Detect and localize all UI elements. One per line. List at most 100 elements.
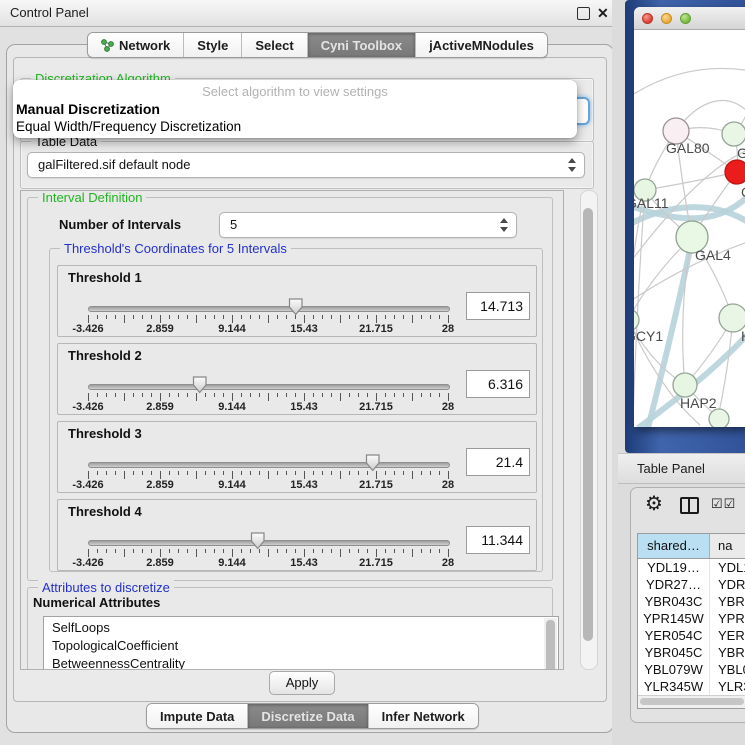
threshold-value-field[interactable]: 6.316 xyxy=(466,370,530,398)
network-canvas[interactable]: GAL80GALCGAL11GAL4GCY1HHAP2 xyxy=(634,29,745,427)
slider-tick xyxy=(322,393,323,397)
cell-name[interactable]: YBR0 xyxy=(710,644,745,661)
slider-tick xyxy=(160,315,161,323)
slider-tick xyxy=(403,549,404,553)
dropdown-option-equal-width[interactable]: Equal Width/Frequency Discretization xyxy=(16,119,241,134)
threshold-slider-track[interactable] xyxy=(88,306,450,312)
float-window-icon[interactable] xyxy=(577,7,590,20)
attribute-list-item[interactable]: BetweennessCentrality xyxy=(44,655,558,670)
attribute-list-item[interactable]: SelfLoops xyxy=(44,619,558,637)
slider-tick xyxy=(385,549,386,553)
cell-name[interactable]: YBL0 xyxy=(710,661,745,678)
threshold-slider-track[interactable] xyxy=(88,384,450,390)
table-row[interactable]: YBR043C YBR0 xyxy=(638,593,745,610)
gear-icon[interactable]: ⚙ xyxy=(645,491,663,516)
close-traffic-light[interactable] xyxy=(642,13,653,24)
intervals-combobox[interactable]: 5 xyxy=(219,212,517,238)
cell-name[interactable]: YPR1 xyxy=(710,610,745,627)
cell-shared-name[interactable]: YBR045C xyxy=(638,644,710,661)
panel-scrollbar-thumb[interactable] xyxy=(583,208,593,641)
slider-tick xyxy=(196,315,197,323)
network-edge[interactable] xyxy=(645,172,737,190)
minimize-traffic-light[interactable] xyxy=(661,13,672,24)
dropdown-hint-option[interactable]: Select algorithm to view settings xyxy=(13,84,577,99)
slider-tick xyxy=(277,549,278,553)
group-title: Attributes to discretize xyxy=(38,580,174,595)
list-scrollbar-thumb[interactable] xyxy=(546,620,555,670)
table-hscrollbar-thumb[interactable] xyxy=(640,698,744,705)
slider-tick-label: 9.144 xyxy=(218,479,246,491)
tab-network[interactable]: Network xyxy=(88,33,184,57)
attribute-list-item[interactable]: TopologicalCoefficient xyxy=(44,637,558,655)
slider-tick xyxy=(412,315,413,323)
cell-shared-name[interactable]: YPR145W xyxy=(638,610,710,627)
threshold-value-field[interactable]: 11.344 xyxy=(466,526,530,554)
network-node-label: GAL11 xyxy=(634,195,669,211)
column-split-icon[interactable] xyxy=(680,497,699,514)
slider-tick xyxy=(232,315,233,323)
table-row[interactable]: YLR345W YLR3 xyxy=(638,678,745,695)
table-horizontal-scrollbar[interactable] xyxy=(638,695,745,708)
tab-jactivemnodules[interactable]: jActiveMNodules xyxy=(416,33,547,57)
table-row[interactable]: YBL079W YBL0 xyxy=(638,661,745,678)
threshold-value-field[interactable]: 21.4 xyxy=(466,448,530,476)
cell-name[interactable]: YLR3 xyxy=(710,678,745,695)
tab-label: Infer Network xyxy=(382,709,465,724)
panel-scrollbar[interactable] xyxy=(580,190,598,670)
checkbox-columns-icon[interactable]: ☑☑ xyxy=(711,496,736,512)
table-row[interactable]: YBR045C YBR0 xyxy=(638,644,745,661)
apply-button[interactable]: Apply xyxy=(269,671,335,695)
cell-name[interactable]: YDR2 xyxy=(710,576,745,593)
dropdown-option-manual[interactable]: Manual Discretization xyxy=(16,101,160,117)
column-header-name[interactable]: na xyxy=(710,534,745,558)
slider-tick xyxy=(250,471,251,475)
threshold-value-field[interactable]: 14.713 xyxy=(466,292,530,320)
threshold-panel: Threshold 4 -3.4262.8599.14415.4321.7152… xyxy=(57,499,537,571)
cell-shared-name[interactable]: YDR27… xyxy=(638,576,710,593)
tab-cyni-toolbox[interactable]: Cyni Toolbox xyxy=(308,33,416,57)
close-icon[interactable]: ✕ xyxy=(597,3,609,23)
table-row[interactable]: YDL19… YDL1 xyxy=(638,559,745,576)
cell-shared-name[interactable]: YER054C xyxy=(638,627,710,644)
cell-shared-name[interactable]: YLR345W xyxy=(638,678,710,695)
cell-name[interactable]: YBR0 xyxy=(710,593,745,610)
network-edge[interactable] xyxy=(718,318,733,417)
tab-select[interactable]: Select xyxy=(242,33,307,57)
zoom-traffic-light[interactable] xyxy=(680,13,691,24)
tab-style[interactable]: Style xyxy=(184,33,242,57)
slider-tick xyxy=(151,315,152,319)
table-row[interactable]: YDR27… YDR2 xyxy=(638,576,745,593)
slider-tick xyxy=(286,393,287,397)
slider-thumb[interactable] xyxy=(365,454,381,472)
network-edge[interactable] xyxy=(634,68,745,95)
slider-tick xyxy=(106,393,107,397)
cell-shared-name[interactable]: YBL079W xyxy=(638,661,710,678)
column-header-shared-name[interactable]: shared… xyxy=(638,534,710,558)
tab-impute-data[interactable]: Impute Data xyxy=(147,704,248,728)
cell-shared-name[interactable]: YBR043C xyxy=(638,593,710,610)
network-edge[interactable] xyxy=(634,190,645,420)
threshold-slider-track[interactable] xyxy=(88,462,450,468)
cell-shared-name[interactable]: YDL19… xyxy=(638,559,710,576)
network-node[interactable] xyxy=(722,122,745,146)
cell-name[interactable]: YDL1 xyxy=(710,559,745,576)
table-data-combobox[interactable]: galFiltered.sif default node xyxy=(27,152,585,178)
threshold-slider-track[interactable] xyxy=(88,540,450,546)
list-scrollbar[interactable] xyxy=(544,618,557,670)
network-window[interactable]: GAL80GALCGAL11GAL4GCY1HHAP2 xyxy=(634,7,745,427)
slider-tick xyxy=(187,471,188,475)
network-node[interactable] xyxy=(725,160,745,184)
slider-tick xyxy=(385,471,386,475)
tab-discretize-data[interactable]: Discretize Data xyxy=(248,704,368,728)
slider-thumb[interactable] xyxy=(192,376,208,394)
network-node[interactable] xyxy=(709,409,729,427)
slider-thumb[interactable] xyxy=(250,532,266,550)
attributes-list[interactable]: SelfLoopsTopologicalCoefficientBetweenne… xyxy=(43,616,559,670)
table-row[interactable]: YPR145W YPR1 xyxy=(638,610,745,627)
slider-thumb[interactable] xyxy=(288,298,304,316)
slider-tick xyxy=(367,549,368,553)
tab-infer-network[interactable]: Infer Network xyxy=(369,704,478,728)
network-node[interactable] xyxy=(673,373,697,397)
cell-name[interactable]: YER0 xyxy=(710,627,745,644)
table-row[interactable]: YER054C YER0 xyxy=(638,627,745,644)
